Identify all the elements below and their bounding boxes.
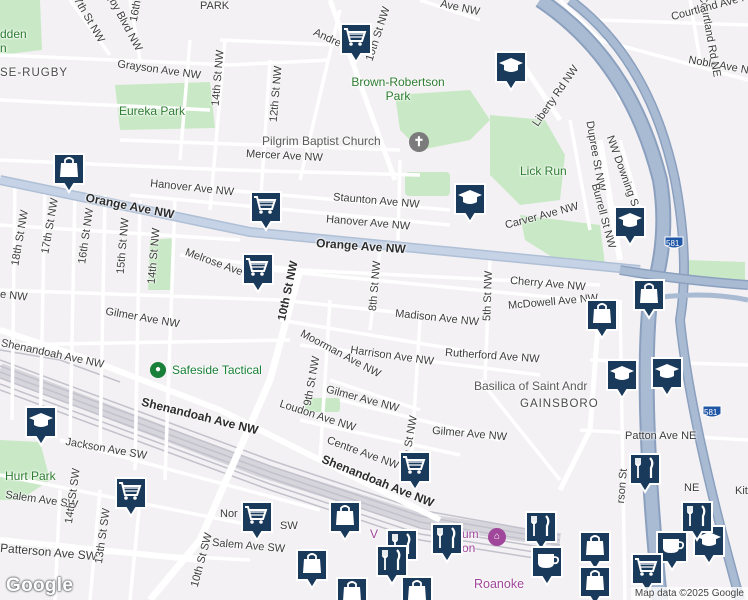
park-label[interactable]: Lick Run <box>520 165 567 177</box>
poi-label: um <box>462 527 479 541</box>
street-label: Nor <box>220 508 238 520</box>
street-label: NE <box>684 482 700 494</box>
store-marker-7[interactable] <box>578 565 612 600</box>
store-marker-8[interactable] <box>400 575 434 600</box>
poi-label[interactable]: Safeside Tactical <box>172 364 262 376</box>
map-label: dden <box>0 27 27 41</box>
restaurant-marker-2[interactable] <box>430 522 464 564</box>
poi-label: on <box>462 541 476 555</box>
map-attribution[interactable]: Map data ©2025 Google <box>630 587 748 600</box>
school-marker-noble[interactable] <box>494 50 528 92</box>
store-marker-orange-west[interactable] <box>52 152 86 194</box>
map-canvas[interactable]: SE-RUGBY GAINSBORO dden n Eureka Park Li… <box>0 0 748 600</box>
street-label: Patton Ave NE <box>625 430 697 442</box>
grocery-marker-centre[interactable] <box>398 450 432 492</box>
museum-icon[interactable]: ⌂ <box>488 528 506 546</box>
restaurant-marker-patton[interactable] <box>628 452 662 494</box>
grocery-marker-hanover[interactable] <box>249 190 283 232</box>
cafe-marker-1[interactable] <box>530 545 564 587</box>
shield-number: 581 <box>704 408 718 417</box>
restaurant-marker-5[interactable] <box>680 500 714 542</box>
poi-label[interactable]: Pilgrim Baptist Church <box>262 135 381 147</box>
neighborhood-label: SE-RUGBY <box>0 67 69 79</box>
store-marker-downtown[interactable] <box>328 500 362 542</box>
street-label: SW <box>280 520 298 532</box>
pin-icon[interactable]: ● <box>150 362 166 378</box>
store-marker-mcdowell[interactable] <box>585 298 619 340</box>
shield-number: 581 <box>666 239 680 248</box>
poi-label: V <box>370 527 379 541</box>
street-label: Kit <box>735 485 748 497</box>
school-marker-staunton[interactable] <box>453 182 487 224</box>
store-marker-6[interactable] <box>335 576 369 600</box>
map-label: n <box>0 41 7 55</box>
park-label[interactable]: Eureka Park <box>119 105 185 117</box>
street-label: 5th St NW <box>481 270 495 322</box>
grocery-marker-salem[interactable] <box>114 476 148 518</box>
poi-label[interactable]: Roanoke <box>474 578 524 591</box>
google-logo: Google <box>6 575 74 596</box>
grocery-marker-andrews[interactable] <box>339 22 373 64</box>
poi-label[interactable]: Basilica of Saint Andr <box>474 380 587 392</box>
grocery-marker-melrose[interactable] <box>241 252 275 294</box>
neighborhood-label: GAINSBORO <box>520 398 599 410</box>
school-marker-gainsboro-east[interactable] <box>650 356 684 398</box>
school-marker-hurt-park[interactable] <box>24 405 58 447</box>
grocery-marker-norfolk[interactable] <box>240 500 274 542</box>
park-label[interactable]: Brown-Robertson Park <box>338 75 458 103</box>
school-marker-carver[interactable] <box>613 205 647 247</box>
school-marker-basilica[interactable] <box>605 358 639 400</box>
church-icon[interactable]: ✝ <box>409 132 429 152</box>
store-marker-i581[interactable] <box>632 278 666 320</box>
park-label[interactable]: Hurt Park <box>5 470 56 482</box>
street-label: PARK <box>200 0 230 12</box>
store-marker-patterson[interactable] <box>295 548 329 590</box>
